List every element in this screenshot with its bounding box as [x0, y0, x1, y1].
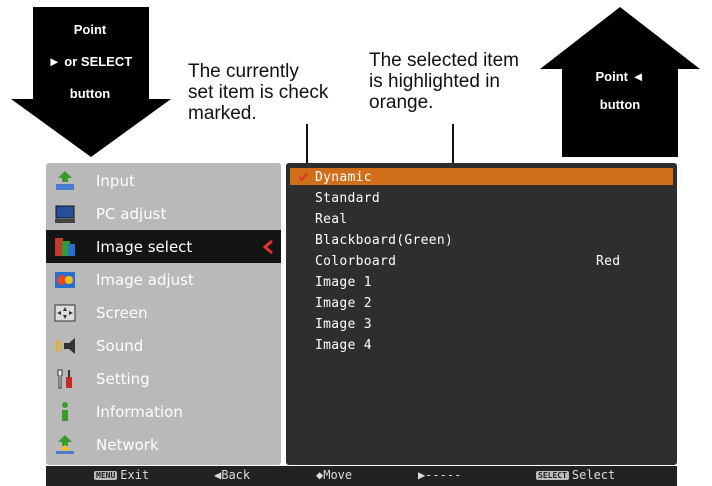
pc-adjust-icon [54, 203, 76, 225]
menu-item-sound[interactable]: Sound [46, 329, 281, 362]
option-image-1[interactable]: Image 1 [315, 275, 372, 290]
menu-item-image-select[interactable]: Image select [46, 230, 281, 263]
image-adjust-icon [54, 269, 76, 291]
image-select-icon [54, 236, 76, 258]
main-menu-panel: Input PC adjust Image select Image adjus… [46, 163, 281, 465]
menu-item-setting[interactable]: Setting [46, 362, 281, 395]
check-mark-icon [298, 172, 308, 182]
menu-item-information[interactable]: Information [46, 395, 281, 428]
menu-key-badge: MENU [94, 471, 118, 480]
move-hint: ◆Move [316, 468, 353, 482]
sound-icon [54, 335, 76, 357]
option-real[interactable]: Real [315, 212, 348, 227]
exit-hint: MENU Exit [94, 468, 150, 482]
option-standard[interactable]: Standard [315, 191, 380, 206]
selected-chevron-icon [262, 240, 273, 254]
down-arrow-line1: Point [73, 22, 107, 37]
down-arrow-line3: button [69, 86, 111, 101]
option-blackboard-green[interactable]: Blackboard(Green) [315, 233, 453, 248]
menu-item-pc-adjust[interactable]: PC adjust [46, 197, 281, 230]
up-arrow-line2: button [599, 97, 641, 112]
menu-item-image-adjust[interactable]: Image adjust [46, 263, 281, 296]
option-image-3[interactable]: Image 3 [315, 317, 372, 332]
menu-item-input[interactable]: Input [46, 164, 281, 197]
image-select-options-panel [286, 163, 677, 465]
input-icon [54, 170, 76, 192]
right-hint: ▶----- [418, 468, 462, 482]
check-mark-callout: The currently set item is check marked. [188, 61, 329, 124]
highlight-callout: The selected item is highlighted in oran… [369, 50, 519, 113]
setting-icon [54, 368, 76, 390]
screen-icon [54, 302, 76, 324]
select-hint: SELECT Select [536, 468, 616, 482]
option-image-2[interactable]: Image 2 [315, 296, 372, 311]
option-colorboard[interactable]: Colorboard [315, 254, 396, 269]
down-arrow-line2: ► or SELECT [47, 54, 133, 69]
network-icon [54, 434, 76, 456]
option-dynamic[interactable]: Dynamic [315, 170, 372, 185]
up-arrow-line1: Point ◄ [595, 69, 645, 84]
menu-item-network[interactable]: Network [46, 428, 281, 461]
menu-item-screen[interactable]: Screen [46, 296, 281, 329]
select-key-badge: SELECT [536, 471, 569, 480]
information-icon [54, 401, 76, 423]
option-image-4[interactable]: Image 4 [315, 338, 372, 353]
colorboard-value: Red [596, 254, 621, 269]
back-hint: ◀Back [214, 468, 251, 482]
